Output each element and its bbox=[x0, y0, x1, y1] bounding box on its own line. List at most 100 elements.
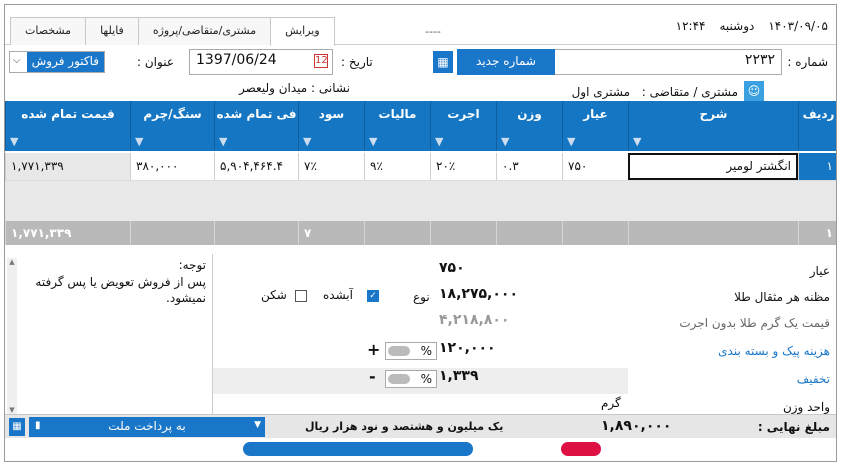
scroll-up-icon[interactable]: ▲ bbox=[7, 258, 17, 266]
number-label: شماره : bbox=[787, 55, 828, 69]
col-unit-cost[interactable]: فی تمام شده ▼ bbox=[214, 101, 298, 151]
toolbar-button-blue[interactable] bbox=[243, 442, 473, 456]
plus-button[interactable]: + bbox=[367, 340, 380, 359]
cell-unit-cost[interactable]: ۵,۹۰۴,۴۶۴.۴ bbox=[214, 153, 298, 180]
tab-strip: ویرایش مشتری/متقاضی/پروژه فایلها مشخصات bbox=[10, 17, 335, 46]
discount-value[interactable]: ۱,۳۳۹ bbox=[439, 368, 479, 384]
cell-wage[interactable]: ۲۰٪ bbox=[430, 153, 496, 180]
calculator-icon[interactable]: ▦ bbox=[9, 418, 25, 436]
col-description-label: شرح bbox=[699, 107, 728, 121]
filter-icon[interactable]: ▼ bbox=[369, 134, 377, 149]
col-row-number[interactable]: ردیف bbox=[798, 101, 836, 151]
pack-percent-toggle[interactable]: % bbox=[385, 342, 437, 360]
cell-row-number[interactable]: ۱ bbox=[798, 153, 836, 180]
note-scrollbar[interactable]: ▲ ▼ bbox=[7, 258, 17, 414]
tab-edit[interactable]: ویرایش bbox=[270, 17, 335, 46]
card-reader-icon: ▮ bbox=[35, 420, 41, 431]
total-description bbox=[628, 221, 798, 245]
unit-value[interactable]: گرم bbox=[601, 396, 621, 410]
cell-tax[interactable]: ۹٪ bbox=[364, 153, 430, 180]
gram-value: ۴,۲۱۸,۸۰۰ bbox=[439, 312, 510, 328]
cell-description[interactable]: انگشتر لومیر bbox=[628, 153, 798, 180]
filter-icon[interactable]: ▼ bbox=[501, 134, 509, 149]
clock-time: ۱۲:۴۴ bbox=[675, 19, 706, 33]
customer-value: مشتری اول bbox=[571, 85, 630, 99]
title-select-value: فاکتور فروش bbox=[26, 52, 104, 72]
date-label: تاریخ : bbox=[341, 55, 373, 69]
total-wage bbox=[430, 221, 496, 245]
scroll-down-icon[interactable]: ▼ bbox=[7, 406, 17, 414]
karat-value: ۷۵۰ bbox=[439, 260, 465, 276]
pack-label[interactable]: هزینه پیک و بسته بندی bbox=[718, 344, 830, 358]
cell-weight[interactable]: ۰.۳ bbox=[496, 153, 562, 180]
karat-label: عیار bbox=[809, 264, 830, 278]
col-total-cost[interactable]: قیمت تمام شده ▼ bbox=[5, 101, 130, 151]
pack-value[interactable]: ۱۲۰,۰۰۰ bbox=[439, 340, 496, 356]
col-karat[interactable]: عیار ▼ bbox=[562, 101, 628, 151]
note-box[interactable]: توجه: پس از فروش تعویض یا پس گرفته نمیشو… bbox=[5, 254, 213, 414]
discount-label[interactable]: تخفیف bbox=[797, 372, 830, 386]
grid-total-row: ۱ ۷ ۱,۷۷۱,۳۳۹ bbox=[5, 221, 836, 245]
discount-percent-sign: % bbox=[420, 372, 432, 386]
col-stone-leather[interactable]: سنگ/چرم ▼ bbox=[130, 101, 214, 151]
col-weight[interactable]: وزن ▼ bbox=[496, 101, 562, 151]
title-select[interactable]: فاکتور فروش ⌵ bbox=[9, 51, 105, 73]
col-wage[interactable]: اجرت ▼ bbox=[430, 101, 496, 151]
cell-total-cost[interactable]: ۱,۷۷۱,۳۳۹ bbox=[5, 153, 130, 180]
tab-customer-project[interactable]: مشتری/متقاضی/پروژه bbox=[137, 17, 272, 45]
col-profit-label: سود bbox=[318, 107, 345, 121]
melted-checkbox[interactable]: ✓ bbox=[367, 290, 379, 302]
hidden-toolbar-strip bbox=[5, 438, 836, 461]
grid-empty-area bbox=[5, 181, 836, 221]
calculator-icon[interactable]: ▦ bbox=[433, 51, 453, 73]
filter-icon[interactable]: ▼ bbox=[303, 134, 311, 149]
broken-label: شکن bbox=[261, 288, 287, 302]
filter-icon[interactable]: ▼ bbox=[135, 134, 143, 149]
filter-icon[interactable]: ▼ bbox=[435, 134, 443, 149]
cell-karat[interactable]: ۷۵۰ bbox=[562, 153, 628, 180]
clock-weekday: دوشنبه bbox=[719, 19, 755, 33]
chevron-down-icon[interactable]: ▼ bbox=[254, 420, 261, 430]
tab-files[interactable]: فایلها bbox=[85, 17, 139, 45]
cell-stone-leather[interactable]: ۳۸۰,۰۰۰ bbox=[130, 153, 214, 180]
total-in-words: یک میلیون و هشتصد و نود هزار ریال bbox=[305, 420, 504, 433]
discount-percent-toggle[interactable]: % bbox=[385, 370, 437, 388]
col-tax[interactable]: مالیات ▼ bbox=[364, 101, 430, 151]
total-row-count: ۱ bbox=[798, 221, 836, 245]
filter-icon[interactable]: ▼ bbox=[633, 134, 641, 149]
karat-row: عیار bbox=[428, 258, 836, 284]
cell-profit[interactable]: ۷٪ bbox=[298, 153, 364, 180]
total-profit: ۷ bbox=[298, 221, 364, 245]
new-number-button[interactable]: شماره جدید bbox=[457, 49, 555, 75]
filter-icon[interactable]: ▼ bbox=[219, 134, 227, 149]
customer-label: مشتری / متقاضی : bbox=[641, 85, 738, 99]
table-row[interactable]: ۱ انگشتر لومیر ۷۵۰ ۰.۳ ۲۰٪ ۹٪ ۷٪ ۵,۹۰۴,۴… bbox=[5, 153, 836, 181]
toolbar-button-red[interactable] bbox=[561, 442, 601, 456]
date-field[interactable]: 1397/06/24 12 bbox=[189, 49, 333, 75]
final-total-value: ۱,۸۹۰,۰۰۰ bbox=[601, 418, 672, 434]
note-text: پس از فروش تعویض یا پس گرفته نمیشود. bbox=[35, 275, 206, 305]
calendar-icon[interactable]: 12 bbox=[314, 54, 328, 68]
col-karat-label: عیار bbox=[583, 107, 608, 121]
col-weight-label: وزن bbox=[517, 107, 542, 121]
payment-select[interactable]: به پرداخت ملت ▼ ▮ bbox=[29, 417, 265, 437]
filter-icon[interactable]: ▼ bbox=[567, 134, 575, 149]
users-icon[interactable]: ☺ bbox=[744, 81, 764, 101]
filter-icon[interactable]: ▼ bbox=[10, 134, 18, 149]
price-value[interactable]: ۱۸,۲۷۵,۰۰۰ bbox=[439, 286, 518, 302]
clock-date: ۱۴۰۳/۰۹/۰۵ bbox=[768, 19, 828, 33]
broken-checkbox[interactable] bbox=[295, 290, 307, 302]
invoice-window: ویرایش مشتری/متقاضی/پروژه فایلها مشخصات … bbox=[4, 4, 837, 462]
col-profit[interactable]: سود ▼ bbox=[298, 101, 364, 151]
payment-value: به پرداخت ملت bbox=[108, 419, 186, 433]
address: نشانی : میدان ولیعصر bbox=[239, 81, 350, 95]
col-description[interactable]: شرح ▼ bbox=[628, 101, 798, 151]
title-dashes: ---- bbox=[425, 25, 441, 38]
tab-specs[interactable]: مشخصات bbox=[10, 17, 87, 45]
address-label: نشانی : bbox=[311, 81, 350, 95]
col-total-cost-label: قیمت تمام شده bbox=[21, 107, 115, 121]
minus-button[interactable]: - bbox=[369, 367, 376, 386]
toggle-switch-icon[interactable] bbox=[388, 346, 410, 356]
toggle-switch-icon[interactable] bbox=[388, 374, 410, 384]
chevron-down-icon[interactable]: ⌵ bbox=[13, 55, 21, 66]
